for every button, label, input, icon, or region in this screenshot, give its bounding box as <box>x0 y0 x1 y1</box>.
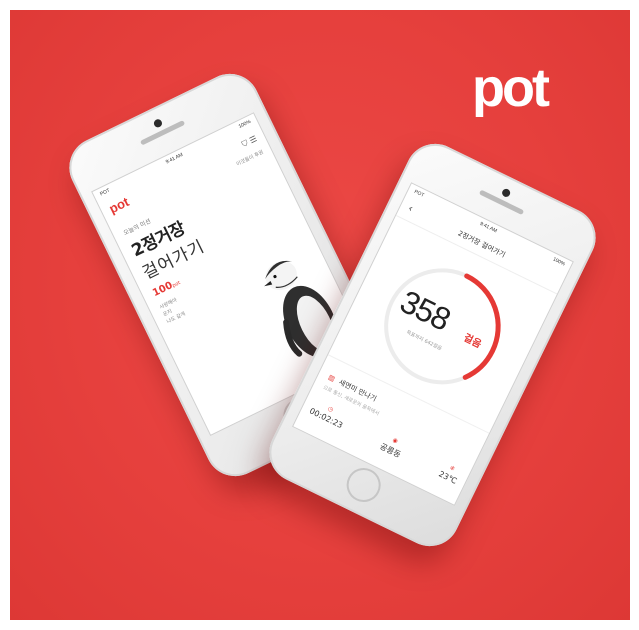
pot-brand-logo-text: pot <box>472 62 550 118</box>
stat-location: ◉ 공릉동 <box>378 433 407 461</box>
bookmark-icon: ▥ <box>326 373 337 384</box>
pot-brand-logo: pot <box>472 62 553 118</box>
walking-screen: POT 9:41 AM 100% ‹ 2정거장 걸어가기 358 걸음 목표까지… <box>291 182 574 507</box>
stat-temperature: ※ 23℃ <box>436 461 462 487</box>
promo-background: pot POT 9:41 AM 100% pot ⛉ ☰ 이것들이 후원 오늘의… <box>10 10 630 620</box>
cart-icon[interactable]: ⛉ <box>240 138 249 149</box>
stat-time: ◷ 00:02:23 <box>307 398 348 432</box>
carrier-label: POT <box>413 188 425 199</box>
front-camera <box>152 117 164 129</box>
front-camera <box>500 187 512 199</box>
earpiece-speaker <box>139 119 186 146</box>
menu-icon[interactable]: ☰ <box>248 134 258 145</box>
